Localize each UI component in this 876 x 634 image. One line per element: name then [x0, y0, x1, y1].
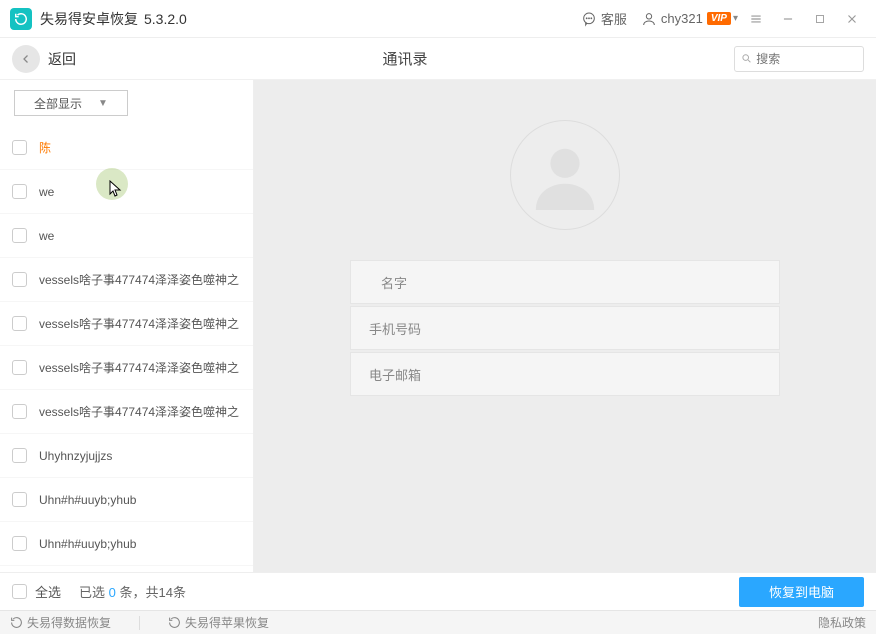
contact-name: vessels啥子事477474泽泽姿色噬神之	[39, 315, 239, 332]
search-box[interactable]	[734, 46, 864, 72]
app-version: 5.3.2.0	[144, 11, 187, 27]
contact-checkbox[interactable]	[12, 228, 27, 243]
select-all-checkbox[interactable]	[12, 584, 27, 599]
detail-email-label: 电子邮箱	[369, 365, 421, 384]
contact-name: Uhyhnzyjujjzs	[39, 449, 112, 463]
select-all-label[interactable]: 全选	[35, 582, 61, 601]
page-title: 通讯录	[76, 48, 734, 69]
detail-panel: 名字 手机号码 电子邮箱	[254, 80, 876, 572]
contact-checkbox[interactable]	[12, 272, 27, 287]
contact-row[interactable]: Uhyhnzyjujjzs	[0, 434, 253, 478]
filter-selected: 全部显示	[34, 95, 82, 112]
contact-checkbox[interactable]	[12, 316, 27, 331]
contact-checkbox[interactable]	[12, 492, 27, 507]
contact-name: we	[39, 185, 54, 199]
username: chy321	[661, 11, 703, 26]
detail-name-label: 名字	[381, 273, 407, 292]
contact-row[interactable]: vessels啥子事477474泽泽姿色噬神之	[0, 346, 253, 390]
contact-name: Uhn#h#uuyb;yhub	[39, 537, 136, 551]
minimize-button[interactable]	[774, 5, 802, 33]
detail-phone-label: 手机号码	[369, 319, 421, 338]
chevron-down-icon: ▼	[98, 98, 108, 109]
user-menu[interactable]: chy321 VIP ▾	[641, 11, 738, 27]
back-arrow-icon	[12, 45, 40, 73]
contact-checkbox[interactable]	[12, 404, 27, 419]
contact-name: vessels啥子事477474泽泽姿色噬神之	[39, 403, 239, 420]
contact-row[interactable]: 陈	[0, 126, 253, 170]
chevron-down-icon: ▾	[733, 13, 738, 24]
support-label: 客服	[601, 9, 627, 28]
app-logo	[10, 8, 32, 30]
contact-checkbox[interactable]	[12, 360, 27, 375]
selection-counts: 已选 0 条，共14条	[79, 582, 186, 601]
contact-row[interactable]: we	[0, 170, 253, 214]
restore-button[interactable]: 恢复到电脑	[739, 577, 864, 607]
contact-name: vessels啥子事477474泽泽姿色噬神之	[39, 271, 239, 288]
contact-row[interactable]: vessels啥子事477474泽泽姿色噬神之	[0, 390, 253, 434]
footer-link-data-recovery[interactable]: 失易得数据恢复	[10, 614, 111, 631]
footer-link-ios-recovery[interactable]: 失易得苹果恢复	[168, 614, 269, 631]
detail-phone-row: 手机号码	[350, 306, 780, 350]
contact-list-panel: 全部显示 ▼ 陈 we we vessels啥子事477474泽泽姿色噬神之 vesse…	[0, 80, 254, 572]
contact-name: Uhn#h#uuyb;yhub	[39, 493, 136, 507]
privacy-link[interactable]: 隐私政策	[818, 614, 866, 631]
contact-checkbox[interactable]	[12, 140, 27, 155]
back-label: 返回	[48, 49, 76, 69]
contact-name: we	[39, 229, 54, 243]
contact-checkbox[interactable]	[12, 448, 27, 463]
close-button[interactable]	[838, 5, 866, 33]
contact-name: vessels啥子事477474泽泽姿色噬神之	[39, 359, 239, 376]
search-input[interactable]	[756, 52, 857, 66]
subheader: 返回 通讯录	[0, 38, 876, 80]
selection-bar: 全选 已选 0 条，共14条 恢复到电脑	[0, 572, 876, 610]
vip-badge: VIP	[707, 12, 731, 25]
app-name: 失易得安卓恢复	[40, 9, 138, 29]
support-button[interactable]: 客服	[581, 9, 627, 28]
search-icon	[741, 52, 752, 65]
contact-checkbox[interactable]	[12, 536, 27, 551]
menu-button[interactable]	[742, 5, 770, 33]
contact-row[interactable]: we	[0, 214, 253, 258]
contact-checkbox[interactable]	[12, 184, 27, 199]
footer: 失易得数据恢复 失易得苹果恢复 隐私政策	[0, 610, 876, 634]
filter-dropdown[interactable]: 全部显示 ▼	[14, 90, 128, 116]
contact-row[interactable]: vessels啥子事477474泽泽姿色噬神之	[0, 258, 253, 302]
titlebar: 失易得安卓恢复 5.3.2.0 客服 chy321 VIP ▾	[0, 0, 876, 38]
contact-row[interactable]: vessels啥子事477474泽泽姿色噬神之	[0, 302, 253, 346]
contact-name: 陈	[39, 139, 51, 156]
avatar-placeholder	[510, 120, 620, 230]
detail-email-row: 电子邮箱	[350, 352, 780, 396]
contact-row[interactable]: Uhn#h#uuyb;yhub	[0, 478, 253, 522]
contact-list[interactable]: 陈 we we vessels啥子事477474泽泽姿色噬神之 vessels啥子事47…	[0, 126, 253, 572]
maximize-button[interactable]	[806, 5, 834, 33]
detail-name-row: 名字	[350, 260, 780, 304]
back-button[interactable]: 返回	[12, 45, 76, 73]
divider	[139, 616, 140, 630]
contact-row[interactable]: Uhn#h#uuyb;yhub	[0, 522, 253, 566]
